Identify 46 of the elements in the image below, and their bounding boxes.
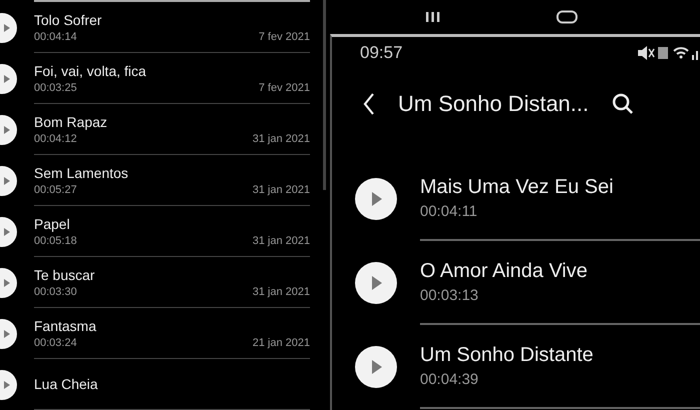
song-duration: 00:03:25 bbox=[34, 82, 77, 94]
song-title: Tolo Sofrer bbox=[34, 12, 103, 28]
song-duration: 00:05:18 bbox=[34, 234, 77, 246]
song-duration: 00:04:39 bbox=[420, 371, 480, 388]
home-icon[interactable] bbox=[556, 10, 578, 24]
play-button[interactable] bbox=[354, 177, 398, 221]
song-title: Papel bbox=[34, 216, 71, 232]
play-button[interactable] bbox=[0, 12, 18, 44]
search-icon[interactable] bbox=[610, 92, 635, 116]
song-title: Sem Lamentos bbox=[34, 164, 130, 180]
song-title: Mais Uma Vez Eu Sei bbox=[420, 176, 614, 199]
song-duration: 00:05:27 bbox=[34, 184, 77, 196]
song-title: Bom Rapaz bbox=[34, 114, 108, 130]
song-date: 31 jan 2021 bbox=[252, 286, 310, 298]
play-button[interactable] bbox=[0, 114, 18, 146]
song-date: 7 fev 2021 bbox=[258, 30, 310, 42]
play-button[interactable] bbox=[354, 261, 398, 305]
play-button[interactable] bbox=[0, 62, 18, 94]
song-duration: 00:03:24 bbox=[34, 336, 77, 348]
song-date: 31 jan 2021 bbox=[252, 184, 310, 196]
song-title: Um Sonho Distante bbox=[420, 344, 594, 367]
recent-apps-icon[interactable] bbox=[425, 11, 441, 23]
song-duration: 00:03:13 bbox=[420, 287, 480, 304]
song-date: 31 jan 2021 bbox=[252, 132, 310, 144]
play-button[interactable] bbox=[0, 368, 18, 400]
play-button[interactable] bbox=[0, 318, 18, 350]
play-button[interactable] bbox=[0, 164, 18, 196]
song-date: 7 fev 2021 bbox=[258, 82, 310, 94]
song-title: Fantasma bbox=[34, 318, 98, 334]
song-title: Foi, vai, volta, fica bbox=[34, 62, 148, 78]
song-date: 31 jan 2021 bbox=[252, 234, 310, 246]
play-button[interactable] bbox=[354, 345, 398, 389]
song-duration: 00:04:11 bbox=[420, 203, 478, 220]
song-duration: 00:03:30 bbox=[34, 286, 77, 298]
song-title: O Amor Ainda Vive bbox=[420, 260, 588, 283]
song-duration: 00:04:12 bbox=[34, 132, 77, 144]
play-button[interactable] bbox=[0, 216, 18, 248]
play-button[interactable] bbox=[0, 266, 18, 298]
song-duration: 00:04:14 bbox=[34, 30, 77, 42]
song-title: Te buscar bbox=[34, 266, 96, 282]
status-time: 09:57 bbox=[360, 43, 403, 63]
header-title: Um Sonho Distan... bbox=[398, 91, 589, 117]
status-icons-drawing bbox=[636, 45, 700, 61]
song-title: Lua Cheia bbox=[34, 376, 99, 392]
song-date: 21 jan 2021 bbox=[252, 336, 310, 348]
back-icon[interactable] bbox=[362, 92, 376, 116]
